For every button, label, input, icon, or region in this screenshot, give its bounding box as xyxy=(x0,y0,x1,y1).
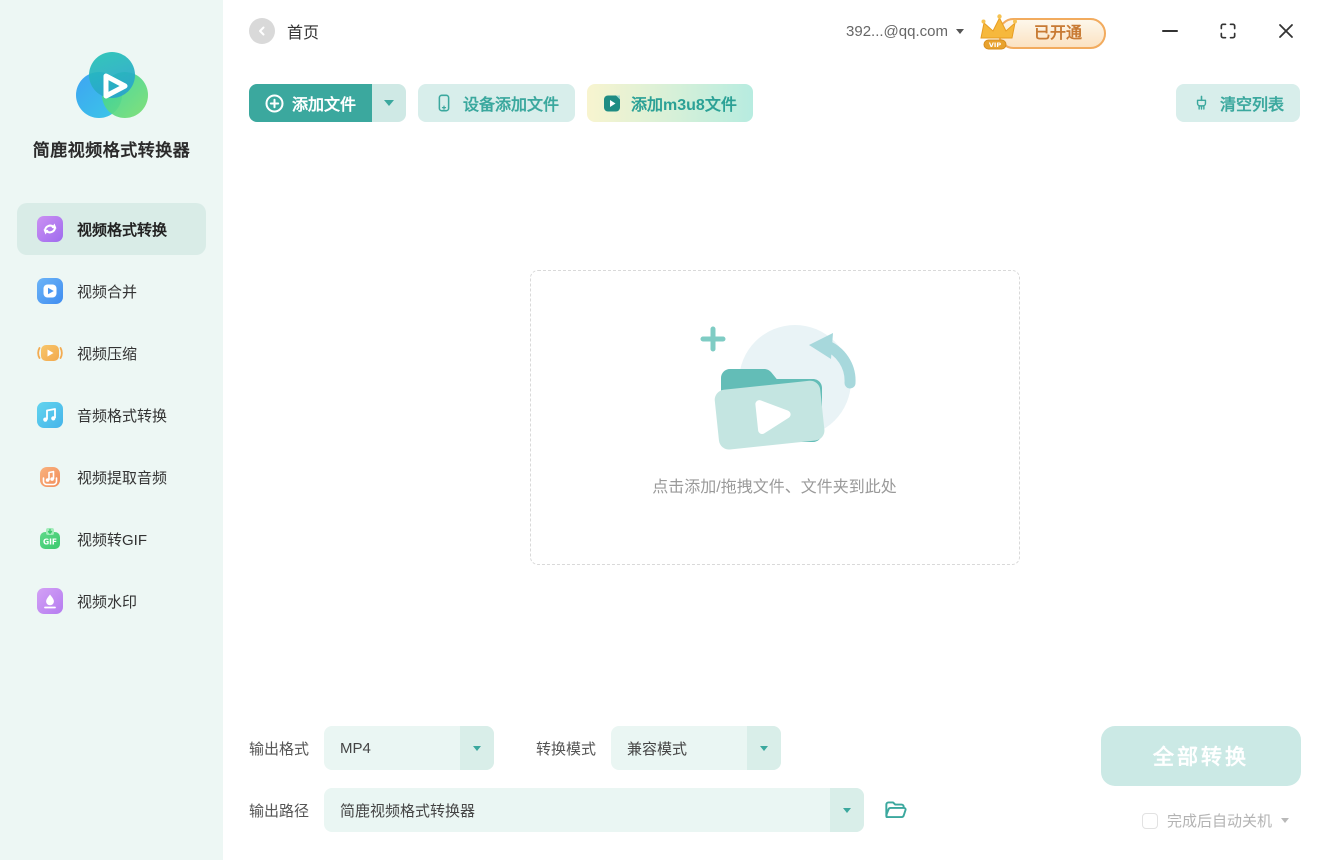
audio-convert-icon xyxy=(37,402,63,428)
svg-text:GIF: GIF xyxy=(43,538,57,547)
chevron-down-icon xyxy=(384,100,394,106)
sidebar-item-label: 音频格式转换 xyxy=(77,405,167,426)
sidebar-item-video-compress[interactable]: 视频压缩 xyxy=(17,327,206,379)
folder-illustration-icon xyxy=(675,319,875,459)
back-arrow-icon xyxy=(255,24,269,38)
output-format-label: 输出格式 xyxy=(249,738,309,759)
maximize-icon xyxy=(1218,21,1238,41)
output-path-label: 输出路径 xyxy=(249,800,309,821)
add-file-dropdown[interactable] xyxy=(372,84,406,122)
sidebar: 简鹿视频格式转换器 视频格式转换 视频合并 xyxy=(0,0,223,860)
sidebar-item-label: 视频合并 xyxy=(77,281,137,302)
plus-circle-icon xyxy=(265,94,284,113)
svg-text:VIP: VIP xyxy=(989,41,1001,49)
sidebar-item-label: 视频水印 xyxy=(77,591,137,612)
sidebar-menu: 视频格式转换 视频合并 视频压缩 xyxy=(0,203,223,627)
app-logo-icon xyxy=(76,52,148,120)
sidebar-item-extract-audio[interactable]: 视频提取音频 xyxy=(17,451,206,503)
chevron-down-icon xyxy=(760,746,768,751)
browse-folder-button[interactable] xyxy=(882,797,908,823)
sidebar-item-label: 视频转GIF xyxy=(77,529,147,550)
select-arrow xyxy=(747,726,781,770)
add-file-button[interactable]: 添加文件 xyxy=(249,84,372,122)
sidebar-item-video-merge[interactable]: 视频合并 xyxy=(17,265,206,317)
video-merge-icon xyxy=(37,278,63,304)
auto-shutdown-label: 完成后自动关机 xyxy=(1167,810,1272,831)
add-from-device-label: 设备添加文件 xyxy=(463,91,559,115)
output-format-value: MP4 xyxy=(324,740,460,757)
add-file-label: 添加文件 xyxy=(292,91,356,115)
page-title: 首页 xyxy=(287,19,319,43)
auto-shutdown-toggle[interactable]: 完成后自动关机 xyxy=(1142,810,1289,831)
maximize-button[interactable] xyxy=(1218,21,1238,41)
convert-mode-select[interactable]: 兼容模式 xyxy=(611,726,781,770)
convert-mode-label: 转换模式 xyxy=(536,738,596,759)
clear-list-button[interactable]: 清空列表 xyxy=(1176,84,1300,122)
file-dropzone[interactable]: 点击添加/拖拽文件、文件夹到此处 xyxy=(530,270,1020,565)
sidebar-item-label: 视频提取音频 xyxy=(77,467,167,488)
add-m3u8-label: 添加m3u8文件 xyxy=(631,91,737,115)
dropzone-hint: 点击添加/拖拽文件、文件夹到此处 xyxy=(652,473,896,497)
output-format-select[interactable]: MP4 xyxy=(324,726,494,770)
folder-open-icon xyxy=(882,797,908,823)
watermark-icon xyxy=(37,588,63,614)
sidebar-item-label: 视频压缩 xyxy=(77,343,137,364)
close-icon xyxy=(1276,21,1296,41)
vip-crown-icon: VIP xyxy=(972,10,1018,56)
select-arrow xyxy=(460,726,494,770)
close-button[interactable] xyxy=(1276,21,1296,41)
sidebar-item-video-to-gif[interactable]: GIF 视频转GIF xyxy=(17,513,206,565)
account-chevron-down-icon[interactable] xyxy=(956,29,964,34)
convert-mode-value: 兼容模式 xyxy=(611,738,747,759)
m3u8-file-icon xyxy=(603,94,622,113)
output-path-value: 简鹿视频格式转换器 xyxy=(324,800,830,821)
phone-icon xyxy=(434,93,454,113)
select-arrow xyxy=(830,788,864,832)
output-path-select[interactable]: 简鹿视频格式转换器 xyxy=(324,788,864,832)
add-from-device-button[interactable]: 设备添加文件 xyxy=(418,84,575,122)
chevron-down-icon[interactable] xyxy=(1281,818,1289,823)
back-button[interactable] xyxy=(249,18,275,44)
toolbar: 添加文件 设备添加文件 添加m3u8文件 xyxy=(249,84,1300,122)
video-convert-icon xyxy=(37,216,63,242)
extract-audio-icon xyxy=(37,464,63,490)
add-m3u8-button[interactable]: 添加m3u8文件 xyxy=(587,84,753,122)
broom-icon xyxy=(1192,94,1211,113)
chevron-down-icon xyxy=(843,808,851,813)
sidebar-item-audio-convert[interactable]: 音频格式转换 xyxy=(17,389,206,441)
auto-shutdown-checkbox[interactable] xyxy=(1142,813,1158,829)
sidebar-item-watermark[interactable]: 视频水印 xyxy=(17,575,206,627)
chevron-down-icon xyxy=(473,746,481,751)
sidebar-item-video-convert[interactable]: 视频格式转换 xyxy=(17,203,206,255)
minimize-icon xyxy=(1160,21,1180,41)
titlebar: 首页 392...@qq.com VIP 已开通 xyxy=(223,0,1326,62)
video-compress-icon xyxy=(37,340,63,366)
video-to-gif-icon: GIF xyxy=(37,526,63,552)
minimize-button[interactable] xyxy=(1160,21,1180,41)
vip-badge[interactable]: VIP 已开通 xyxy=(998,19,1106,43)
output-panel: 输出格式 MP4 转换模式 兼容模式 输出路径 简鹿视频格式转换器 xyxy=(223,726,1326,860)
account-email[interactable]: 392...@qq.com xyxy=(846,23,948,40)
app-title: 简鹿视频格式转换器 xyxy=(0,136,223,161)
convert-all-button[interactable]: 全部转换 xyxy=(1101,726,1301,786)
sidebar-item-label: 视频格式转换 xyxy=(77,219,167,240)
clear-list-label: 清空列表 xyxy=(1220,91,1284,115)
main-area: 首页 392...@qq.com VIP 已开通 xyxy=(223,0,1326,860)
